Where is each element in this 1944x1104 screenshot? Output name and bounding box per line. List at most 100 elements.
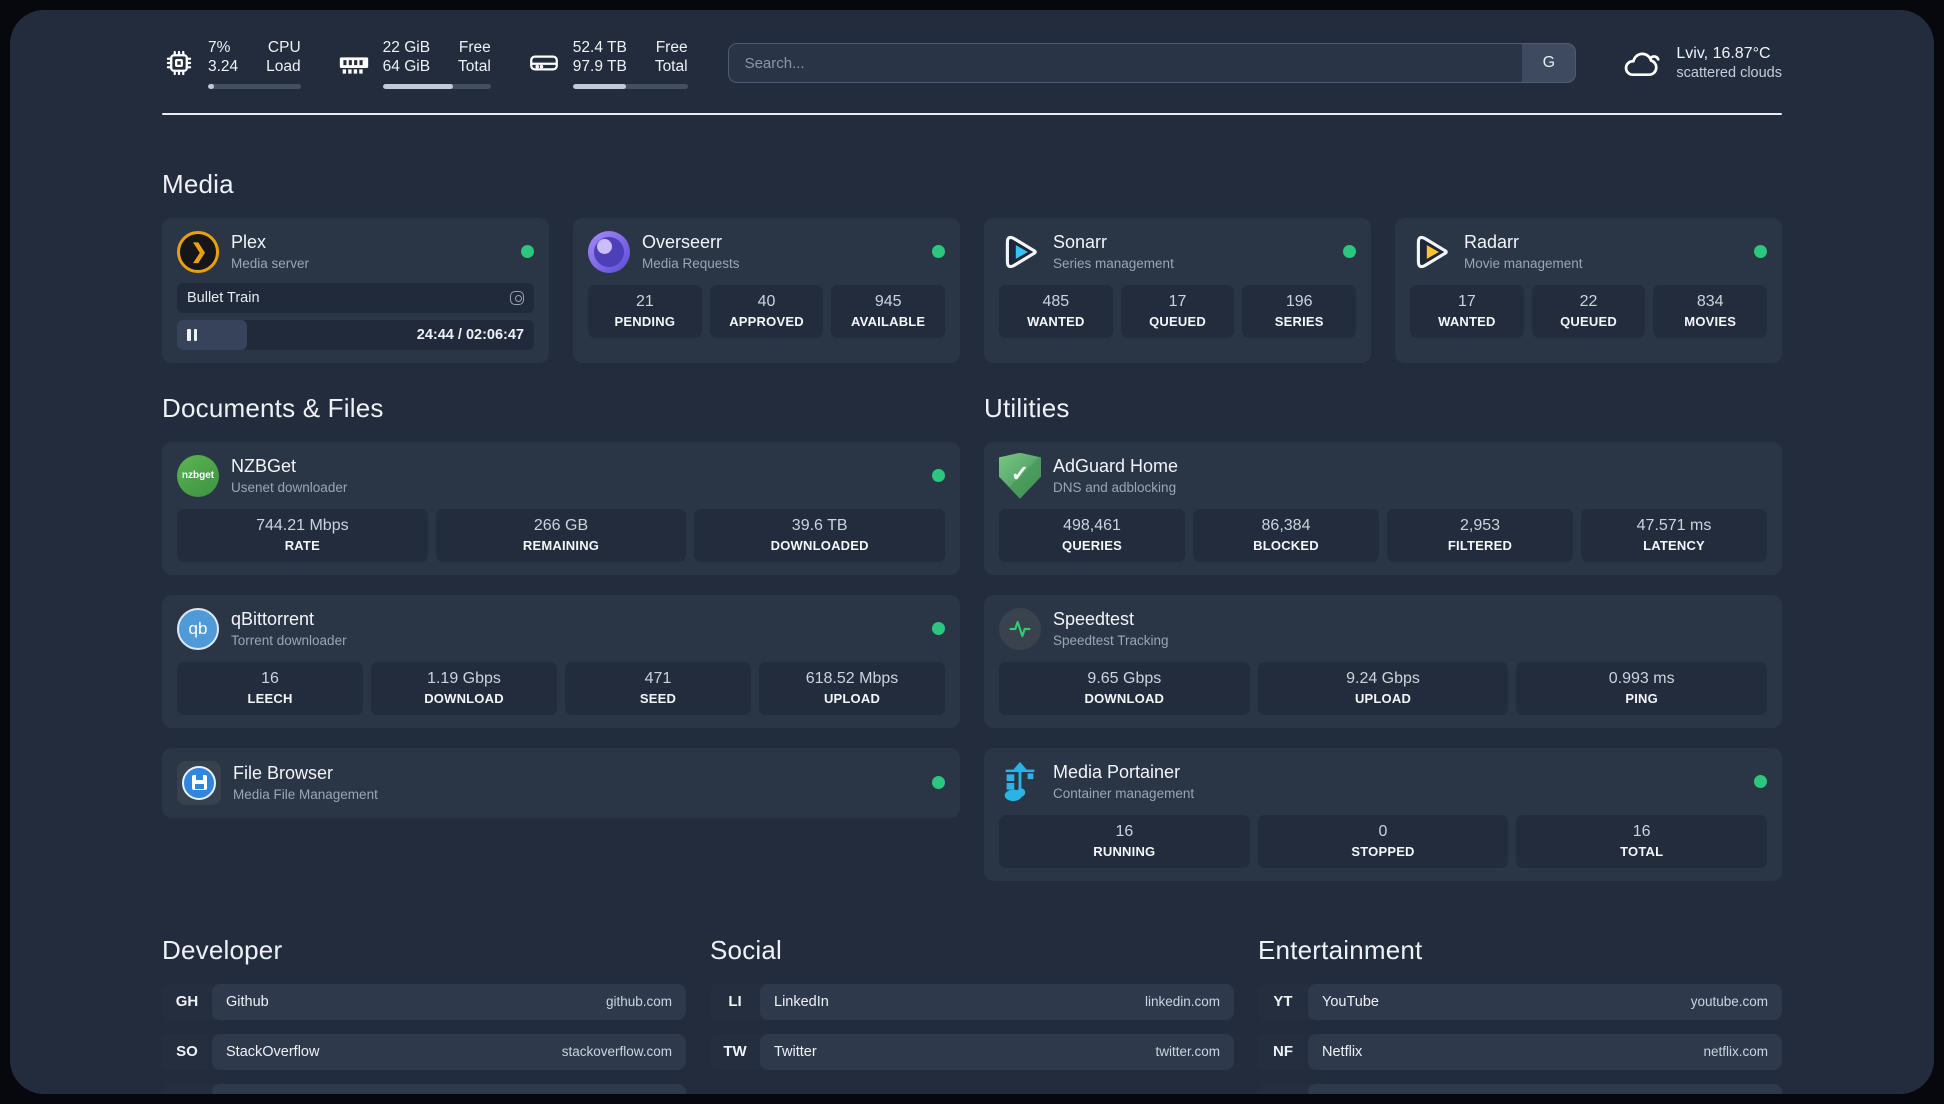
portainer-icon: [1004, 761, 1035, 801]
stat-label: REMAINING: [522, 537, 600, 553]
stat-label: AVAILABLE: [851, 313, 926, 329]
storage-free-value: 52.4 TB: [572, 39, 627, 56]
stat-tile: 22 QUEUED: [1531, 284, 1646, 338]
stat-tile: 40 APPROVED: [709, 284, 824, 338]
weather-widget: Lviv, 16.87°C scattered clouds: [1620, 45, 1782, 81]
speedtest-subtitle: Speedtest Tracking: [1053, 633, 1169, 649]
plex-progress-fill: [177, 319, 247, 350]
stat-value: 17: [1168, 292, 1187, 310]
stat-value: 498,461: [1063, 516, 1121, 534]
link-youtube[interactable]: YT YouTube youtube.com: [1258, 983, 1782, 1020]
memory-progress-fill: [382, 83, 453, 89]
stat-label: STOPPED: [1351, 843, 1415, 859]
stat-tile: 16 LEECH: [177, 661, 363, 715]
link-abbr: YT: [1273, 993, 1293, 1011]
link-dev[interactable]: DT DEV dev.to: [162, 1083, 686, 1094]
stat-label: FILTERED: [1447, 537, 1513, 553]
plex-subtitle: Media server: [231, 256, 310, 272]
stat-tile: 47.571 ms LATENCY: [1581, 508, 1767, 562]
section-developer: Developer GH Github github.com SO StackO…: [162, 935, 686, 1094]
cloud-icon: [1625, 52, 1660, 77]
card-overseerr[interactable]: Overseerr Media Requests 21 PENDING 40 A…: [573, 217, 960, 363]
stat-tile: 17 WANTED: [1410, 284, 1524, 338]
stat-value: 196: [1285, 292, 1313, 310]
section-title-documents: Documents & Files: [162, 392, 384, 423]
qbittorrent-title: qBittorrent: [231, 609, 315, 630]
stat-label: QUEUED: [1560, 313, 1617, 329]
card-speedtest[interactable]: Speedtest Speedtest Tracking 9.65 Gbps D…: [984, 594, 1782, 728]
cpu-progress-fill: [208, 83, 215, 89]
filebrowser-title: File Browser: [233, 763, 334, 784]
stat-label: LATENCY: [1643, 537, 1705, 553]
stat-label: APPROVED: [729, 313, 804, 329]
stat-value: 0.993 ms: [1608, 669, 1675, 687]
link-twitter[interactable]: TW Twitter twitter.com: [710, 1033, 1234, 1070]
session-icon[interactable]: [510, 290, 524, 305]
stat-label: UPLOAD: [823, 690, 881, 706]
link-linkedin[interactable]: LI LinkedIn linkedin.com: [710, 983, 1234, 1020]
stat-label: QUEUED: [1149, 313, 1206, 329]
stat-label: SEED: [639, 690, 677, 706]
qbittorrent-status-dot: [932, 622, 945, 636]
stat-tile: 17 QUEUED: [1120, 284, 1235, 338]
link-reddit[interactable]: RE Reddit reddit.com: [1258, 1083, 1782, 1094]
memory-progressbar: [382, 83, 491, 89]
card-radarr[interactable]: Radarr Movie management 17 WANTED 22 QUE…: [1395, 217, 1782, 363]
plex-icon: ❯: [177, 230, 219, 273]
plex-time: 24:44 / 02:06:47: [416, 326, 524, 343]
sonarr-icon: [1005, 235, 1037, 268]
stat-label: WANTED: [1438, 313, 1496, 329]
stat-tile: 21 PENDING: [588, 284, 702, 338]
storage-free-label: Free: [655, 39, 688, 56]
card-nzbget[interactable]: nzbget NZBGet Usenet downloader 744.21 M…: [162, 441, 960, 575]
memory-free-value: 22 GiB: [382, 39, 431, 56]
card-filebrowser[interactable]: File Browser Media File Management: [162, 747, 960, 818]
section-utilities: Utilities ✓ AdGuard Home DNS and adblock…: [984, 393, 1782, 881]
stat-label: UPLOAD: [1354, 690, 1412, 706]
link-abbr: RE: [1258, 1093, 1308, 1094]
stat-label: MOVIES: [1684, 313, 1737, 329]
radarr-status-dot: [1754, 245, 1767, 259]
link-github[interactable]: GH Github github.com: [162, 983, 686, 1020]
plex-now-playing-row: Bullet Train: [177, 282, 534, 313]
weather-condition: scattered clouds: [1676, 65, 1782, 82]
stat-label: TOTAL: [1620, 843, 1664, 859]
card-portainer[interactable]: Media Portainer Container management 16 …: [984, 747, 1782, 881]
speedtest-title: Speedtest: [1053, 609, 1135, 630]
stat-label: DOWNLOAD: [1084, 690, 1165, 706]
stat-value: 86,384: [1261, 516, 1311, 534]
header-divider: [162, 112, 1782, 115]
pause-icon[interactable]: [187, 328, 197, 341]
link-url: netflix.com: [1703, 1044, 1768, 1060]
stat-value: 744.21 Mbps: [256, 516, 349, 534]
storage-progress-fill: [572, 83, 626, 89]
section-title-utilities: Utilities: [984, 392, 1070, 423]
filebrowser-subtitle: Media File Management: [233, 787, 378, 803]
link-name: Twitter: [774, 1043, 817, 1060]
link-name: LinkedIn: [774, 993, 829, 1010]
stat-tile: 618.52 Mbps UPLOAD: [759, 661, 945, 715]
link-name: StackOverflow: [226, 1043, 320, 1060]
stat-tile: 16 TOTAL: [1516, 814, 1768, 868]
card-sonarr[interactable]: Sonarr Series management 485 WANTED 17 Q…: [984, 217, 1371, 363]
link-stackoverflow[interactable]: SO StackOverflow stackoverflow.com: [162, 1033, 686, 1070]
stat-label: LEECH: [247, 690, 293, 706]
stat-tile: 266 GB REMAINING: [435, 508, 687, 562]
stat-label: PING: [1625, 690, 1658, 706]
stat-label: DOWNLOADED: [770, 537, 869, 553]
portainer-subtitle: Container management: [1053, 786, 1195, 802]
storage-icon: [529, 55, 558, 71]
stat-tile: 1.19 Gbps DOWNLOAD: [371, 661, 557, 715]
weather-location: Lviv, 16.87°C: [1676, 45, 1771, 63]
memory-total-value: 64 GiB: [382, 58, 431, 76]
radarr-subtitle: Movie management: [1464, 256, 1583, 272]
card-qbittorrent[interactable]: qb qBittorrent Torrent downloader 16 LEE…: [162, 594, 960, 728]
search-input[interactable]: [727, 43, 1577, 84]
card-plex[interactable]: ❯ Plex Media server Bullet Train 24:44 /…: [162, 217, 549, 363]
link-netflix[interactable]: NF Netflix netflix.com: [1258, 1033, 1782, 1070]
portainer-title: Media Portainer: [1053, 762, 1181, 783]
search-engine-button[interactable]: G: [1522, 43, 1577, 84]
memory-total-label: Total: [458, 58, 491, 76]
link-name: Github: [226, 993, 269, 1010]
card-adguard[interactable]: ✓ AdGuard Home DNS and adblocking 498,46…: [984, 441, 1782, 575]
